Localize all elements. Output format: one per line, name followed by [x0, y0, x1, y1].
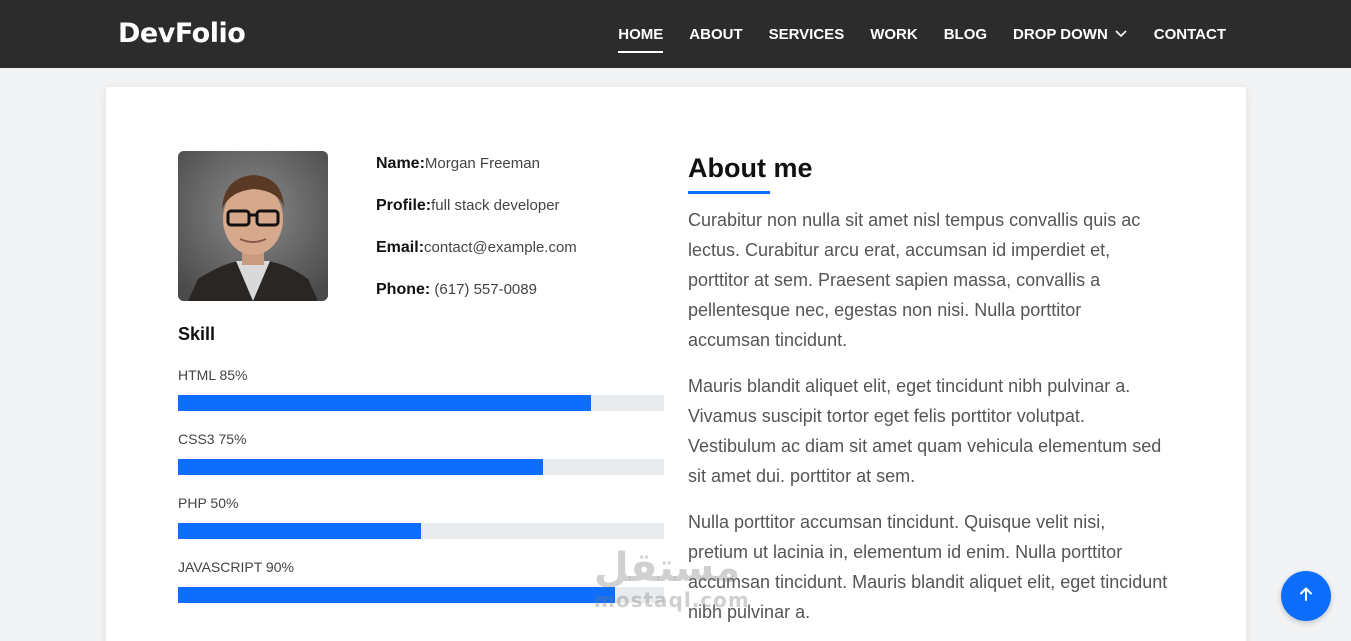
progress-bar	[178, 459, 664, 475]
progress-bar	[178, 587, 664, 603]
profile-info: Name:Morgan Freeman Profile:full stack d…	[376, 155, 577, 323]
about-title: About me	[688, 153, 813, 183]
nav-home[interactable]: HOME	[618, 0, 664, 68]
watermark-logo: مستقل mostaql.com	[594, 548, 750, 612]
navbar: DevFolio HOME ABOUT SERVICES WORK BLOG D…	[0, 0, 1351, 68]
nav-about[interactable]: ABOUT	[689, 0, 742, 68]
progress-fill	[178, 523, 421, 539]
info-profile: Profile:full stack developer	[376, 197, 577, 239]
skill-html: HTML 85%	[178, 367, 664, 411]
info-email-label: Email:	[376, 239, 425, 256]
profile-photo	[178, 151, 328, 301]
skill-label: HTML 85%	[178, 367, 248, 383]
skill-css3: CSS3 75%	[178, 431, 664, 475]
nav-dropdown-label: DROP DOWN	[1013, 25, 1108, 43]
skill-label: CSS3 75%	[178, 431, 247, 447]
nav-menu: HOME ABOUT SERVICES WORK BLOG DROP DOWN …	[592, 0, 1226, 68]
skill-label: JAVASCRIPT 90%	[178, 559, 294, 575]
nav-work[interactable]: WORK	[870, 0, 918, 68]
title-underline	[688, 191, 770, 194]
info-phone-label: Phone:	[376, 281, 431, 298]
about-paragraph-2: Mauris blandit aliquet elit, eget tincid…	[688, 376, 1162, 486]
skill-label: PHP 50%	[178, 495, 239, 511]
back-to-top-button[interactable]	[1281, 571, 1331, 621]
progress-fill	[178, 459, 543, 475]
arrow-up-icon	[1297, 585, 1315, 608]
info-email-value: contact@example.com	[424, 239, 577, 256]
progress-bar	[178, 523, 664, 539]
watermark-latin: mostaql.com	[594, 588, 750, 612]
brand-logo[interactable]: DevFolio	[118, 18, 246, 49]
info-email: Email:contact@example.com	[376, 239, 577, 281]
nav-blog[interactable]: BLOG	[944, 0, 987, 68]
info-phone-value: (617) 557-0089	[430, 281, 537, 298]
skill-title: Skill	[178, 324, 216, 344]
info-name-label: Name:	[376, 155, 425, 172]
info-phone: Phone: (617) 557-0089	[376, 281, 577, 323]
info-name-value: Morgan Freeman	[424, 155, 540, 172]
progress-fill	[178, 395, 592, 411]
progress-bar	[178, 395, 664, 411]
info-profile-value: full stack developer	[431, 197, 560, 214]
skill-javascript: JAVASCRIPT 90%	[178, 559, 664, 603]
watermark-arabic: مستقل	[594, 545, 741, 591]
about-paragraph-1: Curabitur non nulla sit amet nisl tempus…	[688, 210, 1141, 350]
progress-fill	[178, 587, 616, 603]
nav-services[interactable]: SERVICES	[769, 0, 845, 68]
chevron-down-icon	[1114, 26, 1128, 40]
nav-contact[interactable]: CONTACT	[1154, 0, 1226, 68]
nav-dropdown[interactable]: DROP DOWN	[1013, 0, 1128, 68]
about-paragraph-3: Nulla porttitor accumsan tincidunt. Quis…	[688, 512, 1168, 622]
skill-php: PHP 50%	[178, 495, 664, 539]
info-name: Name:Morgan Freeman	[376, 155, 577, 197]
info-profile-label: Profile:	[376, 197, 432, 214]
